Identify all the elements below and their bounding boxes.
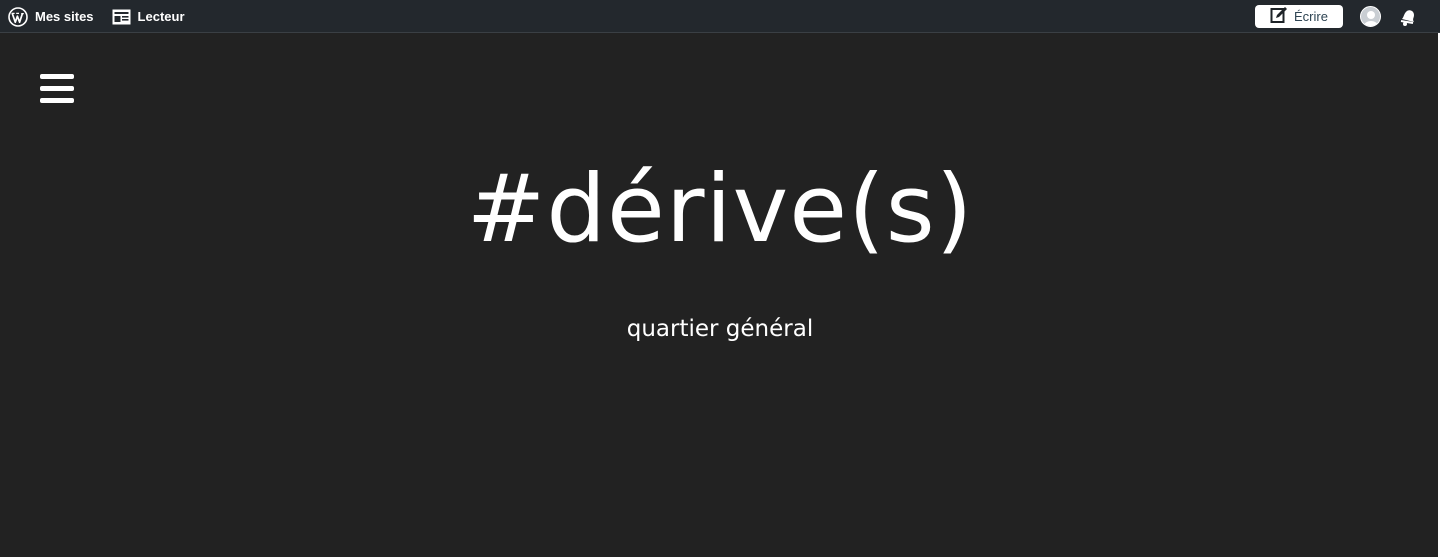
bell-icon[interactable]: [1398, 7, 1418, 32]
masterbar: Mes sites Lecteur Écrire: [0, 0, 1440, 33]
my-sites-label: Mes sites: [35, 9, 94, 24]
hamburger-line: [40, 98, 74, 103]
avatar[interactable]: [1360, 6, 1381, 27]
masterbar-left: Mes sites Lecteur: [8, 0, 203, 33]
site-description: quartier général: [626, 316, 814, 342]
hamburger-line: [40, 74, 74, 79]
site-title[interactable]: #dérive(s): [0, 140, 1440, 280]
write-label: Écrire: [1294, 9, 1328, 24]
menu-toggle-button[interactable]: [40, 74, 74, 104]
wordpress-logo-icon: [8, 6, 28, 27]
reader-button[interactable]: Lecteur: [112, 9, 185, 25]
hamburger-line: [40, 86, 74, 91]
reader-icon: [112, 9, 131, 25]
write-button[interactable]: Écrire: [1255, 5, 1343, 28]
reader-label: Lecteur: [137, 9, 185, 24]
edit-icon: [1270, 6, 1288, 27]
my-sites-button[interactable]: Mes sites: [8, 6, 94, 27]
